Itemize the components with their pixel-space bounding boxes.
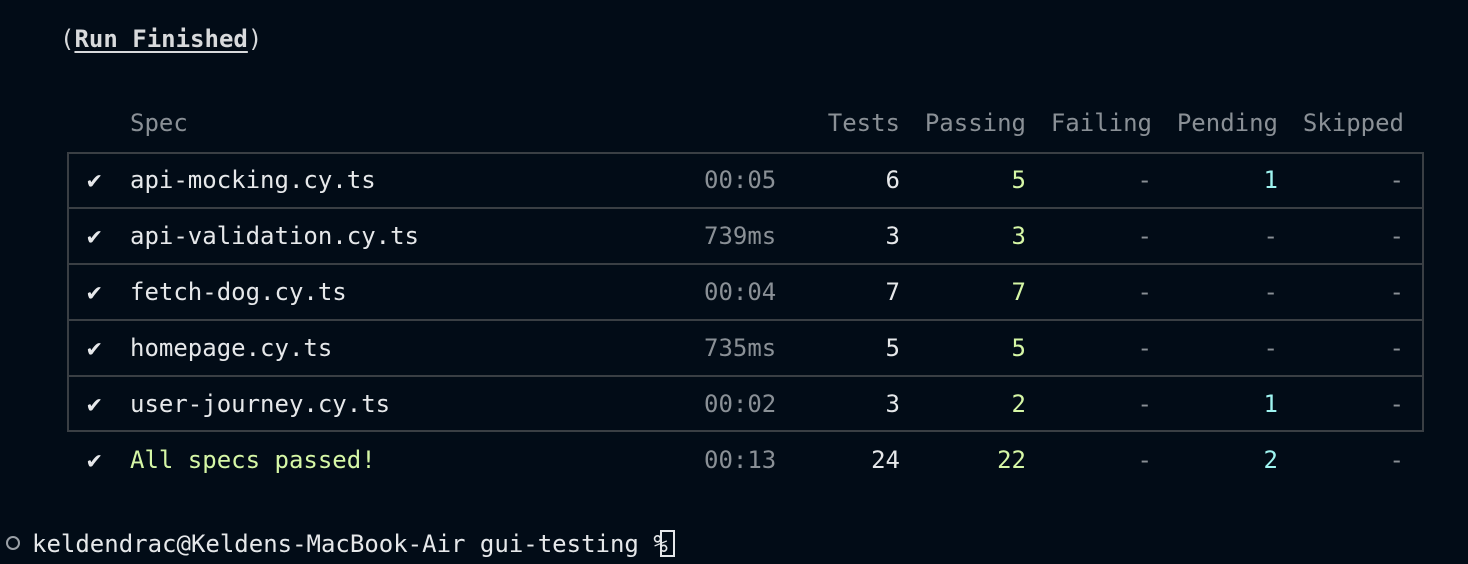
summary-failing: - — [1137, 446, 1152, 474]
spec-name: user-journey.cy.ts — [130, 390, 391, 418]
spec-duration: 739ms — [704, 222, 777, 250]
title-text: Run Finished — [74, 25, 248, 53]
summary-skipped: - — [1389, 446, 1404, 474]
check-icon: ✔ — [87, 166, 102, 194]
summary-status: All specs passed! — [130, 446, 376, 474]
header-passing: Passing — [924, 109, 1026, 137]
spec-duration: 00:05 — [704, 166, 777, 194]
skipped-count: - — [1389, 390, 1404, 418]
spec-name: api-mocking.cy.ts — [130, 166, 376, 194]
pending-count: - — [1263, 222, 1278, 250]
passing-count: 2 — [1011, 390, 1026, 418]
row-separator — [67, 375, 1424, 377]
row-separator — [67, 263, 1424, 265]
check-icon: ✔ — [87, 446, 102, 474]
check-icon: ✔ — [87, 278, 102, 306]
tests-count: 5 — [885, 334, 900, 362]
header-failing: Failing — [1050, 109, 1152, 137]
run-finished-title: (Run Finished) — [60, 24, 262, 54]
pending-count: 1 — [1263, 166, 1278, 194]
spec-name: fetch-dog.cy.ts — [130, 278, 347, 306]
summary-passing: 22 — [997, 446, 1026, 474]
passing-count: 5 — [1011, 334, 1026, 362]
summary-duration: 00:13 — [704, 446, 777, 474]
passing-count: 5 — [1011, 166, 1026, 194]
text-cursor[interactable] — [660, 530, 675, 557]
summary-pending: 2 — [1263, 446, 1278, 474]
row-separator — [67, 207, 1424, 209]
tests-count: 3 — [885, 390, 900, 418]
failing-count: - — [1137, 278, 1152, 306]
failing-count: - — [1137, 390, 1152, 418]
tests-count: 7 — [885, 278, 900, 306]
tests-count: 6 — [885, 166, 900, 194]
header-pending: Pending — [1176, 109, 1278, 137]
passing-count: 7 — [1011, 278, 1026, 306]
failing-count: - — [1137, 222, 1152, 250]
failing-count: - — [1137, 166, 1152, 194]
terminal-window[interactable]: (Run Finished) Spec Tests Passing Failin… — [0, 0, 1468, 564]
spec-duration: 00:04 — [704, 278, 777, 306]
title-close-paren: ) — [247, 25, 263, 53]
spec-duration: 735ms — [704, 334, 777, 362]
check-icon: ✔ — [87, 390, 102, 418]
skipped-count: - — [1389, 166, 1404, 194]
summary-tests: 24 — [871, 446, 900, 474]
failing-count: - — [1137, 334, 1152, 362]
skipped-count: - — [1389, 334, 1404, 362]
skipped-count: - — [1389, 222, 1404, 250]
spec-name: api-validation.cy.ts — [130, 222, 419, 250]
header-tests: Tests — [827, 109, 900, 137]
skipped-count: - — [1389, 278, 1404, 306]
title-open-paren: ( — [60, 25, 75, 53]
shell-prompt: keldendrac@Keldens-MacBook-Air gui-testi… — [32, 530, 683, 558]
header-skipped: Skipped — [1302, 109, 1404, 137]
spec-duration: 00:02 — [704, 390, 777, 418]
header-spec: Spec — [130, 109, 188, 137]
passing-count: 3 — [1011, 222, 1026, 250]
pending-count: - — [1263, 278, 1278, 306]
tests-count: 3 — [885, 222, 900, 250]
check-icon: ✔ — [87, 222, 102, 250]
row-separator — [67, 319, 1424, 321]
prompt-status-icon — [6, 536, 20, 550]
check-icon: ✔ — [87, 334, 102, 362]
pending-count: - — [1263, 334, 1278, 362]
pending-count: 1 — [1263, 390, 1278, 418]
spec-name: homepage.cy.ts — [130, 334, 333, 362]
